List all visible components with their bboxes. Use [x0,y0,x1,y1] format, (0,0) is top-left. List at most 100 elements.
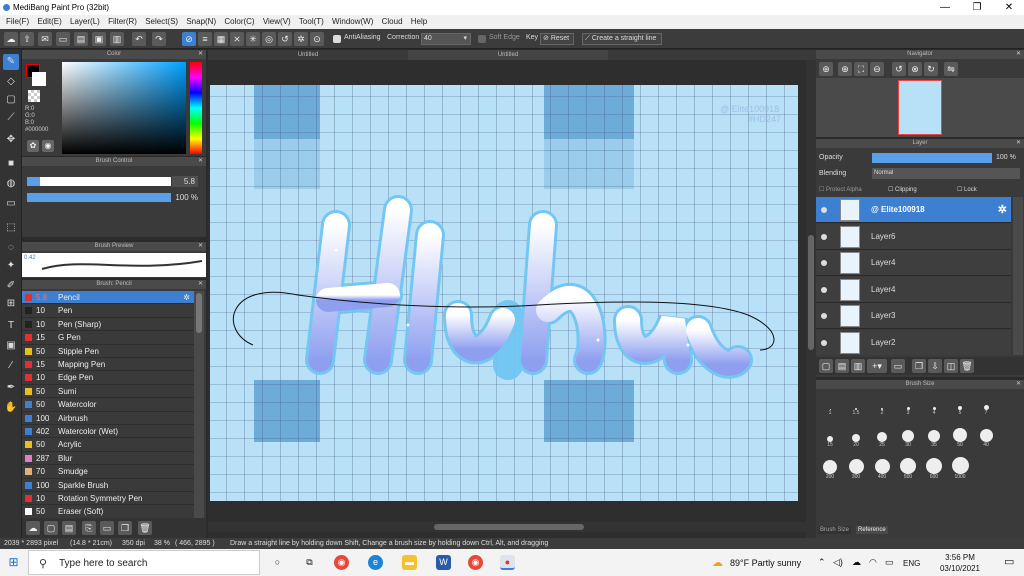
gradient-tool-icon[interactable]: ▭ [3,196,19,212]
layer-row[interactable]: Layer4 [816,250,1011,276]
layer-row[interactable]: Layer4 [816,276,1011,303]
wifi-icon[interactable]: ◠ [869,557,877,568]
dot-tool-icon[interactable]: ▢ [3,92,19,108]
brush-size-preset[interactable]: 40 [974,424,998,454]
cortana-icon[interactable]: ○ [270,555,285,570]
zoom-in-icon[interactable]: ⊕ [819,62,833,76]
v-scroll-thumb[interactable] [808,235,814,350]
chrome-icon[interactable]: ◉ [334,555,349,570]
close-icon[interactable]: ✕ [1016,139,1021,148]
correction-select[interactable]: 40 ▾ [421,33,471,45]
close-icon[interactable]: ✕ [198,157,203,166]
notifications-icon[interactable]: ▭ [1004,555,1014,568]
close-icon[interactable]: ✕ [1016,50,1021,59]
layer-row[interactable]: Layer2 [816,329,1011,355]
menu-select[interactable]: Select(S) [145,15,178,29]
magic-wand-icon[interactable]: ✦ [3,258,19,274]
layer-row[interactable]: Layer6 [816,223,1011,250]
brush-size-preset[interactable]: 1.5 [844,392,868,422]
brush-size-preset[interactable]: 20 [844,424,868,454]
word-icon[interactable]: W [436,555,451,570]
eraser-tool-icon[interactable]: ◇ [3,74,19,90]
brush-item[interactable]: 10 Rotation Symmetry Pen [22,492,194,506]
tab-untitled-1[interactable]: Untitled [208,50,408,60]
concentric-snap-icon[interactable]: ◎ [262,32,276,46]
canvas-artwork[interactable]: @ Elite100918 #HD247 [208,60,816,538]
brush-opacity-slider[interactable] [27,193,171,202]
brush-size-preset[interactable]: 3 [896,392,920,422]
brush-list-scrollbar[interactable] [194,291,204,518]
volume-icon[interactable]: ◁) [833,557,843,568]
folder-icon[interactable]: ▭ [100,521,114,535]
layer-opacity-slider[interactable] [872,153,992,163]
navigator-preview[interactable] [816,78,1024,137]
brush-size-preset[interactable]: 25 [870,424,894,454]
divide-tool-icon[interactable]: ⊞ [3,296,19,312]
delete-layer-icon[interactable]: 🗑 [960,359,974,373]
visibility-eye-icon[interactable] [821,313,827,319]
delete-brush-icon[interactable]: 🗑 [138,521,152,535]
brush-size-preset[interactable]: 300 [844,456,868,486]
weather-text[interactable]: 89°F Partly sunny [730,558,801,568]
save-icon[interactable]: ▣ [92,32,106,46]
menu-view[interactable]: View(V) [263,15,291,29]
clock[interactable]: 3:56 PM 03/10/2021 [930,552,990,574]
vanishing-snap-icon[interactable]: ✳ [246,32,260,46]
select-tool-icon[interactable]: ⬚ [3,220,19,236]
brush-size-preset[interactable]: 1 [818,392,842,422]
gear-icon[interactable]: ✲ [998,203,1007,216]
close-icon[interactable]: ✕ [198,280,203,289]
close-icon[interactable]: ✕ [1016,380,1021,389]
file-explorer-icon[interactable]: ▬ [402,555,417,570]
gear-icon[interactable]: ✲ [183,291,190,304]
fill-tool-icon[interactable]: ◍ [3,176,19,192]
brush-item[interactable]: 50 Sumi [22,385,194,399]
antialiasing-checkbox[interactable] [333,35,341,43]
brush-size-preset[interactable]: 50 [948,424,972,454]
parallel-snap-icon[interactable]: ≡ [198,32,212,46]
cloud-brush-icon[interactable]: ☁ [26,521,40,535]
pen-tool-icon[interactable]: ⟋ [3,110,19,126]
brush-size-preset[interactable]: 35 [922,424,946,454]
flip-icon[interactable]: ⇋ [944,62,958,76]
canvas-hscrollbar[interactable] [208,522,806,532]
zoom-out-icon[interactable]: ⊖ [870,62,884,76]
clipping-checkbox[interactable]: ☐ Clipping [888,186,917,193]
select-pen-icon[interactable]: ✐ [3,278,19,294]
brush-size-preset[interactable]: 7 [974,392,998,422]
brush-tool-icon[interactable]: ✎ [3,54,19,70]
minimize-button[interactable]: — [930,0,960,15]
task-view-icon[interactable]: ⧉ [302,555,317,570]
grid-snap-icon[interactable]: ▦ [214,32,228,46]
tab-untitled-2[interactable]: Untitled [408,50,608,60]
menu-window[interactable]: Window(W) [332,15,373,29]
language-indicator[interactable]: ENG [903,559,920,568]
visibility-eye-icon[interactable] [821,233,827,240]
cloud-icon[interactable]: ☁ [4,32,18,46]
export-icon[interactable]: ▥ [110,32,124,46]
brush-size-preset[interactable]: 5 [948,392,972,422]
layer-row[interactable]: Layer3 [816,303,1011,329]
brush-size-preset[interactable]: 30 [896,424,920,454]
layer-row[interactable]: @ Elite100918 ✲ [816,197,1011,223]
eyedropper2-icon[interactable]: ✒ [3,380,19,396]
merge-down-icon[interactable]: ⇩ [928,359,942,373]
curve-snap-icon[interactable]: ↺ [278,32,292,46]
menu-edit[interactable]: Edit(E) [37,15,61,29]
brush-item[interactable]: 15 Mapping Pen [22,358,194,372]
close-button[interactable]: ✕ [994,0,1024,15]
brush-item[interactable]: 50 Eraser (Soft) [22,505,194,518]
brush-size-preset[interactable]: 200 [818,456,842,486]
protect-alpha-checkbox[interactable]: ☐ Protect Alpha [819,186,862,193]
settings-snap-icon[interactable]: ✲ [294,32,308,46]
wheel-icon[interactable]: ◉ [42,140,54,152]
brush-item[interactable]: 100 Sparkle Brush [22,479,194,492]
brush-item[interactable]: 15 G Pen [22,331,194,345]
redo-icon[interactable]: ↷ [152,32,166,46]
fit-icon[interactable]: ⛶ [854,62,868,76]
layer-scrollbar[interactable] [1013,197,1023,355]
brush-item[interactable]: 287 Blur [22,452,194,466]
file-icon[interactable]: ▤ [74,32,88,46]
hue-slider[interactable] [190,62,202,154]
new-halftone-icon[interactable]: ▤ [835,359,849,373]
